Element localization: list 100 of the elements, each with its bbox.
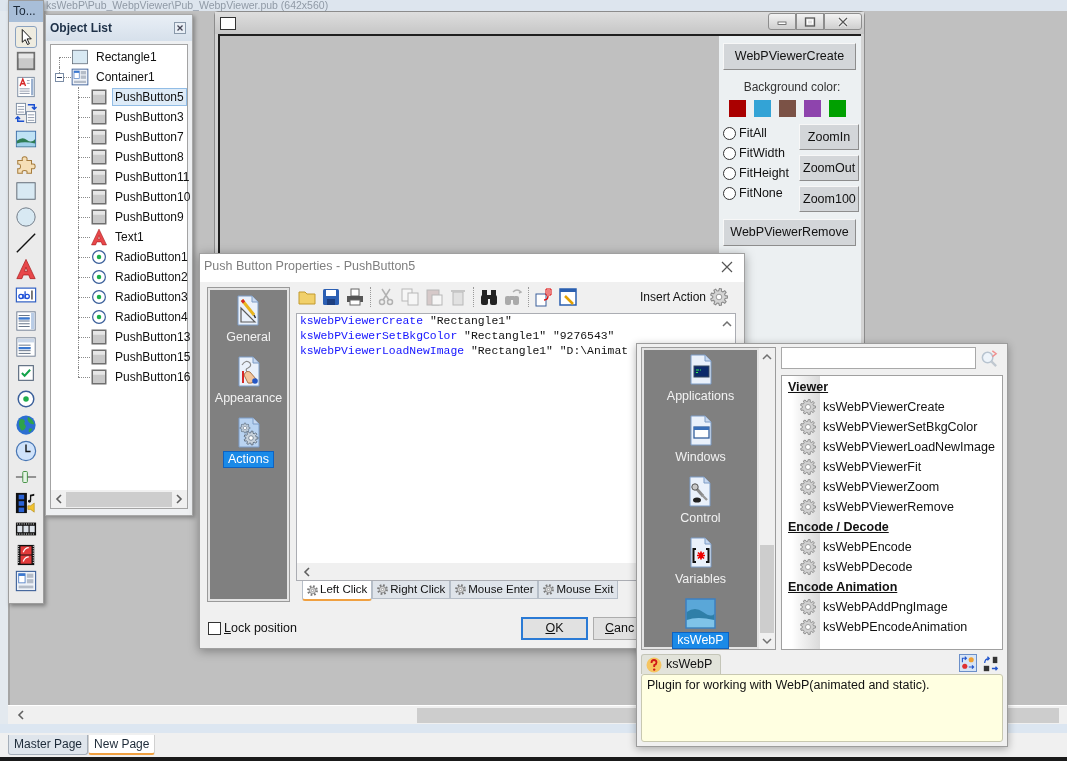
minimize-button[interactable] [768, 13, 796, 30]
close-button[interactable] [824, 13, 862, 30]
bevel-square-icon[interactable] [15, 50, 37, 72]
radio-button[interactable] [723, 146, 736, 160]
remove-button[interactable]: WebPViewerRemove [723, 219, 856, 246]
action-item[interactable]: ksWebPDecode [823, 559, 913, 575]
color-swatch[interactable] [804, 100, 821, 117]
letter-a-icon[interactable] [15, 258, 37, 280]
film-frames-icon[interactable] [15, 544, 37, 566]
text-document-icon[interactable] [15, 76, 37, 98]
gears-document-icon[interactable] [236, 417, 261, 448]
tree-item[interactable]: PushButton16 [112, 368, 194, 386]
tree-item[interactable]: PushButton7 [112, 128, 187, 146]
tool-document-icon[interactable] [688, 476, 713, 507]
page-tab[interactable]: Master Page [8, 735, 89, 755]
scroll-up-icon[interactable] [721, 320, 732, 328]
pointer-icon[interactable] [15, 26, 37, 48]
tree-item[interactable]: PushButton15 [112, 348, 194, 366]
scroll-down-icon[interactable] [762, 637, 772, 645]
maximize-button[interactable] [796, 13, 824, 30]
checkbox[interactable] [208, 621, 221, 635]
action-item[interactable]: ksWebPViewerCreate [823, 399, 945, 415]
info-tab[interactable]: ksWebP [641, 654, 722, 674]
tree-item[interactable]: Container1 [93, 68, 158, 86]
globe-icon[interactable] [15, 414, 37, 436]
section-tab[interactable]: Actions [223, 451, 274, 468]
action-item[interactable]: ksWebPEncode [823, 539, 912, 555]
ok-button[interactable]: OK [521, 616, 588, 640]
radio-label[interactable]: FitHeight [739, 165, 790, 181]
zoom-button[interactable]: ZoomOut [799, 155, 859, 181]
scroll-right-icon[interactable] [175, 494, 183, 504]
radio-label[interactable]: FitAll [739, 125, 767, 141]
scroll-left-icon[interactable] [55, 494, 63, 504]
tree-item[interactable]: PushButton9 [112, 208, 187, 226]
tree-item[interactable]: RadioButton3 [112, 288, 191, 306]
search-field[interactable] [781, 347, 976, 369]
checkbox-label[interactable]: Lock position [224, 620, 297, 636]
color-swatch[interactable] [754, 100, 771, 117]
brackets-document-icon[interactable] [688, 537, 713, 568]
radio-icon[interactable] [15, 388, 37, 410]
tree-item[interactable]: PushButton5 [112, 88, 187, 106]
event-tab[interactable]: Left Click [302, 581, 373, 601]
tree-item[interactable]: RadioButton1 [112, 248, 191, 266]
tree-item[interactable]: PushButton11 [112, 168, 193, 186]
radio-button[interactable] [723, 186, 736, 200]
panel-layout-icon[interactable] [15, 570, 37, 592]
binoculars-icon[interactable] [479, 287, 499, 307]
tree-item[interactable]: PushButton8 [112, 148, 187, 166]
radio-label[interactable]: FitNone [739, 185, 783, 201]
tree-item[interactable]: Rectangle1 [93, 48, 160, 66]
tree-item[interactable]: RadioButton2 [112, 268, 191, 286]
radio-button[interactable] [723, 166, 736, 180]
action-item[interactable]: ksWebPViewerSetBkgColor [823, 419, 978, 435]
close-icon[interactable] [721, 260, 733, 273]
color-swatch[interactable] [779, 100, 796, 117]
terminal-document-icon[interactable] [688, 354, 713, 385]
tree-item[interactable]: RadioButton4 [112, 308, 191, 326]
collapse-icon[interactable] [54, 72, 64, 82]
action-item[interactable]: ksWebPViewerFit [823, 459, 922, 475]
color-swatch[interactable] [829, 100, 846, 117]
dots-arrows-icon[interactable] [959, 654, 977, 672]
radio-label[interactable]: FitWidth [739, 145, 785, 161]
section-tab[interactable]: General [221, 329, 276, 346]
window-document-icon[interactable] [688, 415, 713, 446]
clock-icon[interactable] [15, 440, 37, 462]
category-item[interactable]: ksWebP [672, 632, 729, 649]
scroll-up-icon[interactable] [762, 353, 772, 361]
rectangle-icon[interactable] [15, 180, 37, 202]
text-field-icon[interactable] [15, 284, 37, 306]
zoom-button[interactable]: ZoomIn [799, 124, 859, 150]
printer-icon[interactable] [345, 287, 365, 307]
hand-brush-document-icon[interactable] [236, 356, 261, 387]
puzzle-piece-icon[interactable] [15, 154, 37, 176]
scroll-left-icon[interactable] [17, 710, 25, 720]
scroll-left-icon[interactable] [303, 566, 311, 577]
close-icon[interactable] [174, 22, 186, 34]
event-tab[interactable]: Mouse Enter [450, 581, 539, 599]
section-tab[interactable]: Appearance [209, 390, 288, 407]
blocks-arrows-icon[interactable] [982, 655, 1000, 673]
zoom-button[interactable]: Zoom100 [799, 186, 859, 212]
radio-button[interactable] [723, 126, 736, 140]
color-swatch[interactable] [729, 100, 746, 117]
event-tab[interactable]: Mouse Exit [538, 581, 619, 599]
diagonal-line-icon[interactable] [15, 232, 37, 254]
category-item[interactable]: Windows [670, 449, 731, 466]
page-tab[interactable]: New Page [88, 735, 156, 755]
action-item[interactable]: ksWebPAddPngImage [823, 599, 948, 615]
scrollbar-thumb[interactable] [66, 491, 172, 507]
tree-item[interactable]: PushButton10 [112, 188, 194, 206]
action-item[interactable]: ksWebPViewerLoadNewImage [823, 439, 995, 455]
tree-item[interactable]: PushButton3 [112, 108, 187, 126]
landscape-picture-icon[interactable] [15, 128, 37, 150]
film-note-icon[interactable] [15, 492, 37, 514]
event-tab[interactable]: Right Click [372, 581, 451, 599]
checkbox-icon[interactable] [15, 362, 37, 384]
tree-item[interactable]: Text1 [112, 228, 147, 246]
list-box-icon[interactable] [15, 310, 37, 332]
action-item[interactable]: ksWebPViewerRemove [823, 499, 954, 515]
scrollbar-thumb[interactable] [760, 545, 774, 633]
cancel-button[interactable]: Canc [593, 616, 636, 640]
